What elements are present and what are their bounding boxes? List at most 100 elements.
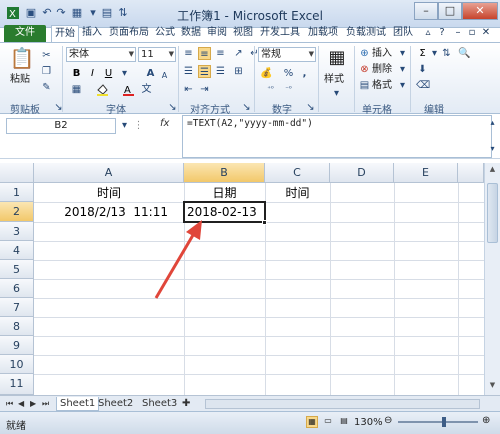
wb-minimize-icon[interactable]: –: [452, 25, 464, 42]
normal-view-icon[interactable]: ▦: [306, 416, 318, 428]
zoom-out-icon[interactable]: ⊖: [384, 415, 392, 426]
styles-dropdown-icon[interactable]: ▾: [330, 87, 343, 100]
styles-button[interactable]: 样式: [324, 73, 344, 87]
clipboard-launcher-icon[interactable]: ↘: [52, 101, 65, 114]
zoom-level[interactable]: 130%: [354, 417, 383, 428]
find-select-icon[interactable]: 🔍: [458, 47, 471, 60]
formula-bar-options-icon[interactable]: ⋮: [132, 119, 145, 132]
zoom-slider[interactable]: [398, 421, 478, 423]
align-center-icon[interactable]: ☰: [198, 65, 211, 78]
increase-decimal-icon[interactable]: ⁺⁰: [264, 83, 277, 96]
name-box[interactable]: B2: [6, 118, 116, 134]
cut-icon[interactable]: ✂: [40, 49, 53, 62]
tab-addins[interactable]: 加载项: [306, 25, 340, 42]
minimize-ribbon-icon[interactable]: ▵: [422, 25, 434, 42]
underline-dropdown-icon[interactable]: ▾: [118, 67, 131, 80]
worksheet-grid[interactable]: A B C D E 1 2 3 4 5 6 7 8 9 10 11 时间 日期 …: [0, 163, 500, 395]
collapse-formula-bar-icon[interactable]: ▾: [486, 142, 499, 155]
font-size-combo[interactable]: 11 ▼: [138, 47, 176, 62]
select-all-button[interactable]: [0, 163, 34, 183]
font-color-icon[interactable]: A: [122, 83, 135, 96]
row-header-10[interactable]: 10: [0, 355, 34, 374]
shrink-font-icon[interactable]: A: [158, 69, 171, 82]
align-left-icon[interactable]: ☰: [182, 65, 195, 78]
paste-button[interactable]: 粘贴: [10, 73, 30, 87]
vertical-scrollbar[interactable]: ▲ ▼: [484, 163, 500, 395]
wb-close-icon[interactable]: ✕: [480, 25, 492, 42]
column-header-e[interactable]: E: [394, 163, 458, 183]
row-header-6[interactable]: 6: [0, 279, 34, 298]
name-box-dropdown-icon[interactable]: ▾: [118, 119, 131, 132]
align-right-icon[interactable]: ☰: [214, 65, 227, 78]
row-header-1[interactable]: 1: [0, 183, 34, 202]
percent-button[interactable]: %: [282, 67, 295, 80]
row-header-11[interactable]: 11: [0, 374, 34, 395]
close-button[interactable]: ✕: [462, 2, 498, 20]
expand-formula-bar-icon[interactable]: ▴: [486, 116, 499, 129]
alignment-launcher-icon[interactable]: ↘: [240, 101, 253, 114]
increase-indent-icon[interactable]: ⇥: [198, 83, 211, 96]
formula-input[interactable]: =TEXT(A2,"yyyy-mm-dd"): [182, 115, 492, 158]
column-header-b[interactable]: B: [184, 163, 265, 183]
styles-icon[interactable]: ▦: [322, 47, 352, 69]
tab-insert[interactable]: 插入: [82, 25, 102, 42]
align-middle-icon[interactable]: ≡: [198, 47, 211, 60]
vertical-scroll-thumb[interactable]: [487, 183, 498, 243]
font-name-combo[interactable]: 宋体 ▼: [66, 47, 136, 62]
cell-a1[interactable]: 时间: [34, 183, 184, 203]
row-header-7[interactable]: 7: [0, 298, 34, 317]
scroll-up-icon[interactable]: ▲: [487, 165, 498, 176]
page-layout-view-icon[interactable]: ▭: [322, 416, 334, 428]
tab-formulas[interactable]: 公式: [154, 25, 176, 42]
delete-cells-icon[interactable]: ⊗: [358, 63, 371, 76]
row-header-8[interactable]: 8: [0, 317, 34, 336]
tab-view[interactable]: 视图: [232, 25, 254, 42]
merge-cells-icon[interactable]: ⊞: [232, 65, 245, 78]
number-format-combo[interactable]: 常规 ▼: [258, 47, 316, 62]
fill-icon[interactable]: ⬇: [416, 63, 429, 76]
clear-icon[interactable]: ⌫: [416, 79, 430, 92]
align-bottom-icon[interactable]: ≡: [214, 47, 227, 60]
column-header-f[interactable]: [458, 163, 484, 183]
tab-developer[interactable]: 开发工具: [258, 25, 302, 42]
cell-c1[interactable]: 时间: [265, 183, 330, 203]
last-sheet-icon[interactable]: ⏭: [42, 397, 49, 411]
copy-icon[interactable]: ❐: [40, 65, 53, 78]
row-header-3[interactable]: 3: [0, 222, 34, 241]
phonetic-icon[interactable]: 文: [140, 83, 153, 96]
currency-icon[interactable]: 💰: [260, 67, 273, 80]
sort-filter-icon[interactable]: ⇅: [440, 47, 453, 60]
column-header-a[interactable]: A: [34, 163, 184, 183]
sheet-tab-sheet1[interactable]: Sheet1: [56, 397, 100, 411]
format-painter-icon[interactable]: ✎: [40, 81, 53, 94]
prev-sheet-icon[interactable]: ◀: [18, 397, 24, 411]
row-header-9[interactable]: 9: [0, 336, 34, 355]
format-cells-icon[interactable]: ▤: [358, 79, 371, 92]
wb-restore-icon[interactable]: ▫: [466, 25, 478, 42]
fill-color-icon[interactable]: [96, 83, 109, 96]
number-launcher-icon[interactable]: ↘: [304, 101, 317, 114]
maximize-button[interactable]: □: [438, 2, 462, 20]
new-sheet-icon[interactable]: ✚: [182, 397, 190, 411]
tab-team[interactable]: 团队: [392, 25, 414, 42]
row-header-4[interactable]: 4: [0, 241, 34, 260]
tab-load-test[interactable]: 负载测试: [344, 25, 388, 42]
horizontal-scrollbar[interactable]: [205, 399, 480, 409]
sheet-tab-sheet3[interactable]: Sheet3: [142, 397, 177, 411]
borders-icon[interactable]: ▦: [70, 83, 83, 96]
italic-button[interactable]: I: [86, 67, 99, 80]
tab-page-layout[interactable]: 页面布局: [108, 25, 150, 42]
underline-button[interactable]: U: [102, 67, 115, 80]
chevron-down-icon[interactable]: ▾: [396, 63, 409, 76]
minimize-button[interactable]: –: [414, 2, 438, 20]
grow-font-icon[interactable]: A: [144, 67, 157, 80]
fill-handle[interactable]: [262, 220, 267, 225]
zoom-in-icon[interactable]: ⊕: [482, 415, 490, 426]
tab-home[interactable]: 开始: [51, 25, 79, 42]
zoom-slider-thumb[interactable]: [442, 417, 446, 427]
column-header-c[interactable]: C: [265, 163, 330, 183]
scroll-down-icon[interactable]: ▼: [487, 381, 498, 392]
format-cells-button[interactable]: 格式: [372, 79, 392, 93]
comma-button[interactable]: ,: [298, 67, 311, 80]
tab-file[interactable]: 文件: [4, 25, 46, 42]
